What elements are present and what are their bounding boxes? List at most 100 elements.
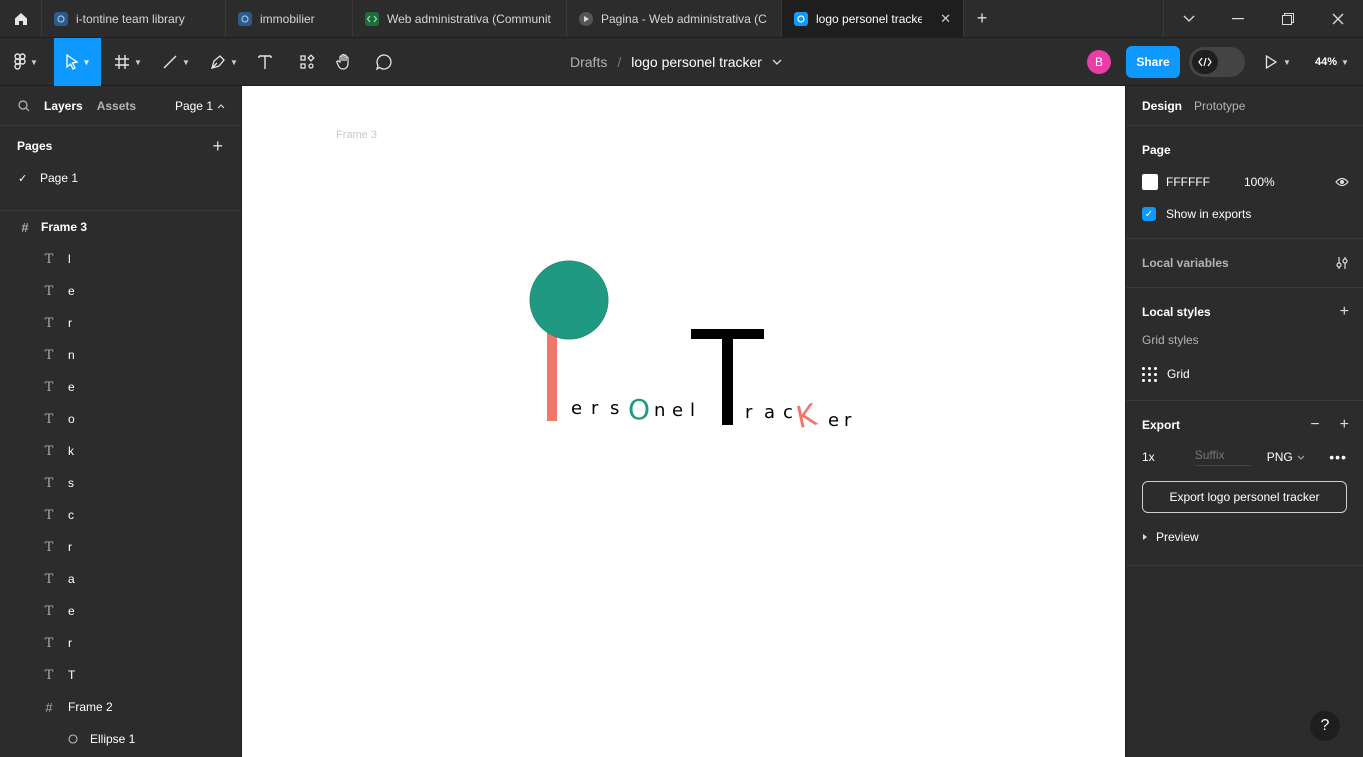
layer-text[interactable]: Te <box>0 595 241 627</box>
layer-label: a <box>68 572 75 586</box>
variables-settings-icon[interactable] <box>1335 239 1349 287</box>
layer-frame-3[interactable]: # Frame 3 <box>0 211 241 243</box>
pen-tool-button[interactable]: ▼ <box>204 38 244 86</box>
show-in-exports-row[interactable]: ✓ Show in exports <box>1142 198 1347 230</box>
chevron-down-icon: ▼ <box>230 57 238 67</box>
search-icon[interactable] <box>18 99 30 112</box>
tab-pagina-web[interactable]: Pagina - Web administrativa (C <box>567 0 782 37</box>
toolbar: ▼ ▼ ▼ ▼ ▼ Drafts / logo personel tracker… <box>0 38 1363 86</box>
tab-i-tontine[interactable]: i-tontine team library <box>42 0 226 37</box>
canvas[interactable]: Frame 3 e r s O n e l T r a c K e r <box>242 86 1125 757</box>
grid-style-item[interactable]: Grid <box>1142 358 1347 390</box>
text-layer-icon: T <box>44 507 54 523</box>
help-button[interactable]: ? <box>1310 711 1340 741</box>
remove-export-icon[interactable]: − <box>1310 416 1319 434</box>
layer-text[interactable]: Ts <box>0 467 241 499</box>
logo-artwork[interactable]: e r s O n e l T r a c K e r <box>242 86 1125 757</box>
shape-tool-button[interactable]: ▼ <box>156 38 196 86</box>
minimize-button[interactable] <box>1213 0 1263 37</box>
layer-text[interactable]: Tc <box>0 499 241 531</box>
text-tool-button[interactable] <box>252 38 278 86</box>
dev-mode-toggle[interactable] <box>1189 47 1245 77</box>
export-suffix-input[interactable]: Suffix <box>1194 448 1251 466</box>
layer-text[interactable]: Ta <box>0 563 241 595</box>
local-variables-title[interactable]: Local variables <box>1142 239 1347 287</box>
comment-tool-button[interactable] <box>371 38 397 86</box>
frame-hash-icon <box>115 55 130 69</box>
code-brackets-icon <box>1192 50 1218 74</box>
layer-text[interactable]: Te <box>0 275 241 307</box>
tab-web-administrativa[interactable]: Web administrativa (Communit <box>353 0 567 37</box>
tab-logo-personel-tracker[interactable]: logo personel tracker ✕ <box>782 0 964 37</box>
eye-icon[interactable] <box>1335 177 1349 187</box>
move-tool-button[interactable]: ▼ <box>54 38 101 86</box>
layer-label: r <box>68 316 72 330</box>
comment-bubble-icon <box>375 54 392 71</box>
more-options-icon[interactable]: ••• <box>1329 449 1347 465</box>
layer-ellipse-1[interactable]: Ellipse 1 <box>0 723 241 755</box>
layer-text[interactable]: Te <box>0 371 241 403</box>
layer-text[interactable]: TT <box>0 659 241 691</box>
frame-hash-icon: # <box>21 219 29 235</box>
layer-text[interactable]: To <box>0 403 241 435</box>
figma-file-icon <box>794 11 808 26</box>
logo-letter: a <box>764 402 775 423</box>
page-opacity[interactable]: 100% <box>1244 175 1275 189</box>
local-variables-section: Local variables <box>1126 239 1363 288</box>
page-color-hex[interactable]: FFFFFF <box>1166 175 1210 189</box>
color-swatch[interactable] <box>1142 174 1158 190</box>
add-export-icon[interactable]: + <box>1340 416 1349 434</box>
checkbox-checked[interactable]: ✓ <box>1142 207 1156 221</box>
new-tab-button[interactable]: + <box>964 0 1000 37</box>
breadcrumb-drafts[interactable]: Drafts <box>570 54 607 70</box>
layer-label: T <box>68 668 76 682</box>
zoom-menu[interactable]: 44% ▼ <box>1315 38 1349 86</box>
user-avatar[interactable]: B <box>1087 50 1111 74</box>
layer-text[interactable]: Tr <box>0 531 241 563</box>
layer-label: o <box>68 412 75 426</box>
page-item-label: Page 1 <box>40 171 79 185</box>
page-selector[interactable]: Page 1 <box>175 86 225 126</box>
export-button[interactable]: Export logo personel tracker <box>1142 481 1347 513</box>
preview-label: Preview <box>1156 530 1199 544</box>
layer-frame-2[interactable]: # Frame 2 <box>0 691 241 723</box>
tab-immobilier[interactable]: immobilier <box>226 0 353 37</box>
layer-text[interactable]: Tr <box>0 307 241 339</box>
tab-assets[interactable]: Assets <box>97 99 136 113</box>
breadcrumb: Drafts / logo personel tracker <box>570 38 782 86</box>
plus-icon: + <box>976 8 988 28</box>
close-tab-icon[interactable]: ✕ <box>940 11 951 27</box>
close-window-button[interactable] <box>1313 0 1363 37</box>
tab-layers[interactable]: Layers <box>44 99 83 113</box>
tab-design[interactable]: Design <box>1142 99 1182 113</box>
logo-big-t-stem <box>722 329 733 425</box>
chevron-down-icon[interactable] <box>772 59 782 65</box>
export-format-select[interactable]: PNG <box>1267 450 1305 464</box>
add-page-icon[interactable]: + <box>212 136 223 157</box>
file-name[interactable]: logo personel tracker <box>631 54 762 70</box>
chevron-down-icon: ▼ <box>82 57 91 67</box>
present-button[interactable]: ▼ <box>1265 38 1291 86</box>
share-button[interactable]: Share <box>1126 46 1180 78</box>
chevron-down-icon: ▼ <box>1283 57 1291 67</box>
logo-letter: n <box>654 400 665 421</box>
layer-text[interactable]: Tl <box>0 243 241 275</box>
frame-tool-button[interactable]: ▼ <box>108 38 148 86</box>
preview-toggle[interactable]: Preview <box>1142 517 1347 557</box>
layer-text[interactable]: Tn <box>0 339 241 371</box>
hand-tool-button[interactable] <box>331 38 357 86</box>
resources-button[interactable] <box>294 38 320 86</box>
main-menu-button[interactable]: ▼ <box>6 38 46 86</box>
export-scale[interactable]: 1x <box>1142 450 1155 464</box>
layer-text[interactable]: Tk <box>0 435 241 467</box>
home-button[interactable] <box>0 0 42 37</box>
tabs-dropdown-button[interactable] <box>1163 0 1213 37</box>
page-item[interactable]: ✓ Page 1 <box>0 166 241 190</box>
add-style-icon[interactable]: + <box>1340 288 1349 336</box>
restore-button[interactable] <box>1263 0 1313 37</box>
text-layer-icon: T <box>44 411 54 427</box>
layer-label: e <box>68 380 75 394</box>
layer-text[interactable]: Tr <box>0 627 241 659</box>
page-background-row[interactable]: FFFFFF 100% <box>1142 166 1349 198</box>
tab-prototype[interactable]: Prototype <box>1194 99 1245 113</box>
